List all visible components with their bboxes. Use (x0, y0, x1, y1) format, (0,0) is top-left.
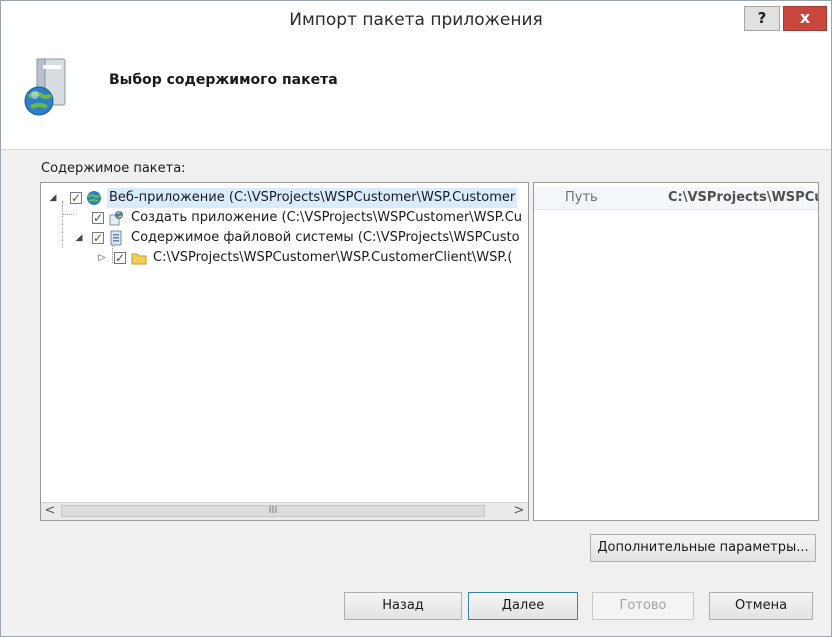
scroll-right-button[interactable]: > (510, 503, 528, 520)
tree-item-label: Создать приложение (C:\VSProjects\WSPCus… (131, 210, 523, 225)
package-globe-icon (24, 58, 66, 116)
scroll-left-button[interactable]: < (41, 503, 59, 520)
properties-panel: Путь C:\VSProjects\WSPCu (533, 182, 819, 521)
create-app-icon (109, 211, 123, 226)
folder-icon (131, 253, 147, 265)
horizontal-scrollbar[interactable]: < III > (41, 502, 528, 520)
close-button[interactable]: x (783, 6, 827, 31)
next-button[interactable]: Далее (468, 592, 578, 620)
globe-icon (87, 191, 101, 205)
package-content-tree[interactable]: ◢ Веб-приложение (C:\VSProjects\WSPCusto… (40, 182, 529, 521)
finish-button[interactable]: Готово (592, 592, 694, 620)
tree-item-label: C:\VSProjects\WSPCustomer\WSP.CustomerCl… (153, 250, 513, 265)
tree-item-label: Веб-приложение (C:\VSProjects\WSPCustome… (107, 188, 518, 208)
tree-item-create-app[interactable]: Создать приложение (C:\VSProjects\WSPCus… (41, 208, 528, 228)
property-value: C:\VSProjects\WSPCu (668, 190, 819, 205)
file-system-icon (110, 230, 122, 246)
expand-icon[interactable]: ▷ (97, 248, 107, 268)
window-title: Импорт пакета приложения (289, 10, 543, 30)
title-bar: Импорт пакета приложения ? x (1, 1, 831, 45)
tree-item-checkbox[interactable] (70, 188, 82, 208)
tree-item-folder[interactable]: ▷ C:\VSProjects\WSPCustomer\WSP.Customer… (41, 248, 528, 268)
help-button[interactable]: ? (744, 6, 780, 31)
tree-item-file-system[interactable]: ◢ Содержимое файловой системы (C:\VSProj… (41, 228, 528, 248)
scroll-thumb[interactable]: III (61, 505, 485, 517)
page-title: Выбор содержимого пакета (109, 72, 338, 88)
package-content-label: Содержимое пакета: (41, 161, 186, 176)
advanced-settings-button[interactable]: Дополнительные параметры... (590, 534, 816, 562)
collapse-icon[interactable]: ◢ (48, 188, 58, 208)
import-package-dialog: Импорт пакета приложения ? x Выбор содер… (0, 0, 832, 637)
collapse-icon[interactable]: ◢ (74, 228, 84, 248)
tree-item-label: Содержимое файловой системы (C:\VSProjec… (131, 230, 520, 245)
tree-item-web-app[interactable]: ◢ Веб-приложение (C:\VSProjects\WSPCusto… (41, 188, 528, 208)
tree-item-checkbox[interactable] (92, 208, 104, 228)
tree-item-checkbox[interactable] (114, 248, 126, 268)
tree-item-checkbox[interactable] (92, 228, 104, 248)
property-row-path[interactable]: Путь C:\VSProjects\WSPCu (534, 187, 818, 210)
property-name: Путь (565, 190, 598, 205)
cancel-button[interactable]: Отмена (709, 592, 813, 620)
back-button[interactable]: Назад (344, 592, 462, 620)
wizard-header: Выбор содержимого пакета (1, 45, 831, 150)
